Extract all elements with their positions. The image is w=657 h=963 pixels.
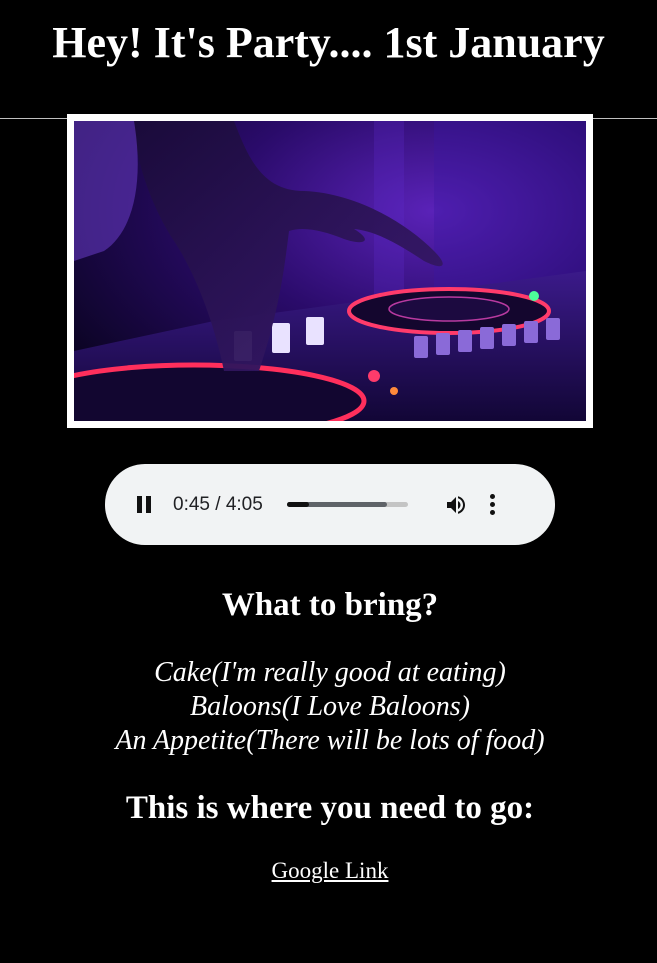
list-item: An Appetite(There will be lots of food) [115,725,545,756]
what-to-bring-heading: What to bring? [221,587,439,623]
audio-player[interactable]: 0:45 / 4:05 [105,464,555,545]
list-item: Baloons(I Love Baloons) [190,691,470,722]
volume-icon[interactable] [444,493,468,517]
list-item: Cake(I'm really good at eating) [154,657,506,688]
page-title: Hey! It's Party.... 1st January [52,18,605,67]
audio-time-display: 0:45 / 4:05 [173,493,263,515]
dj-turntable-illustration [74,121,586,421]
audio-progress-bar [286,502,309,507]
more-vert-icon[interactable] [490,494,496,515]
google-link[interactable]: Google Link [272,858,389,883]
location-heading: This is where you need to go: [125,790,535,826]
bring-list: Cake(I'm really good at eating) Baloons(… [0,656,657,758]
audio-seek-bar[interactable] [286,502,408,507]
pause-icon[interactable] [135,496,153,514]
link-container: Google Link [0,858,657,884]
dj-turntable-image [67,114,593,428]
party-page: Hey! It's Party.... 1st January 0:45 / 4… [0,0,657,963]
